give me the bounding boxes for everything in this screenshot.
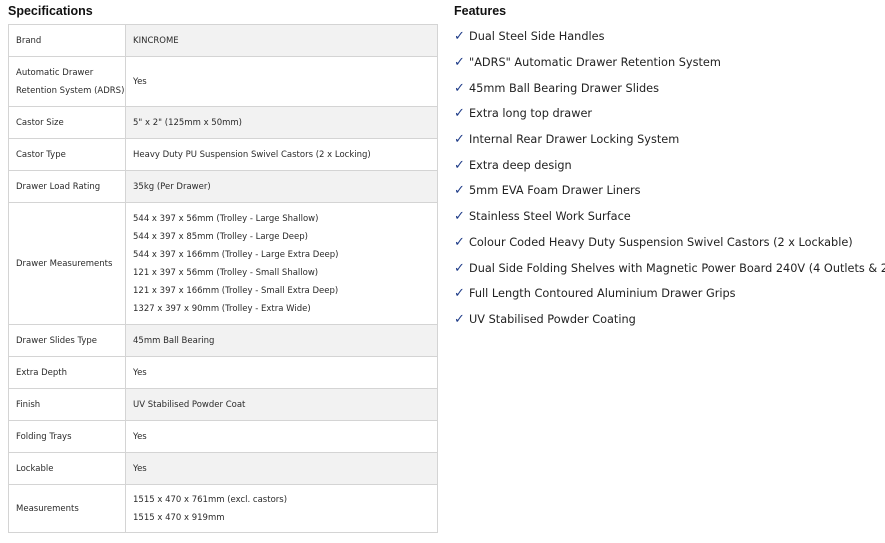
spec-value-line: Yes: [133, 431, 147, 442]
spec-value-line: 544 x 397 x 56mm (Trolley - Large Shallo…: [133, 213, 319, 224]
spec-label: Drawer Measurements: [8, 202, 126, 325]
spec-value-line: 5" x 2" (125mm x 50mm): [133, 117, 242, 128]
table-row: Drawer Slides Type 45mm Ball Bearing: [8, 324, 438, 357]
spec-value: 45mm Ball Bearing: [125, 324, 438, 357]
spec-value: 544 x 397 x 56mm (Trolley - Large Shallo…: [125, 202, 438, 325]
feature-item: ✓ Extra deep design: [454, 152, 879, 178]
feature-item: ✓ 45mm Ball Bearing Drawer Slides: [454, 75, 879, 101]
spec-value-line: 544 x 397 x 166mm (Trolley - Large Extra…: [133, 249, 339, 260]
feature-text: Internal Rear Drawer Locking System: [469, 133, 680, 147]
spec-value-line: KINCROME: [133, 35, 179, 46]
table-row: Drawer Load Rating 35kg (Per Drawer): [8, 170, 438, 203]
checkmark-icon: ✓: [454, 311, 465, 327]
table-row: Extra Depth Yes: [8, 356, 438, 389]
feature-item: ✓ UV Stabilised Powder Coating: [454, 307, 879, 333]
spec-value-line: 1327 x 397 x 90mm (Trolley - Extra Wide): [133, 303, 311, 314]
specifications-table: Brand KINCROME Automatic Drawer Retention …: [8, 24, 438, 533]
spec-label: Finish: [8, 388, 126, 421]
feature-text: Dual Side Folding Shelves with Magnetic …: [469, 261, 885, 275]
spec-value-line: 121 x 397 x 166mm (Trolley - Small Extra…: [133, 285, 339, 296]
spec-value-line: 45mm Ball Bearing: [133, 335, 215, 346]
spec-value: Yes: [125, 356, 438, 389]
checkmark-icon: ✓: [454, 183, 465, 199]
checkmark-icon: ✓: [454, 286, 465, 302]
spec-label: Lockable: [8, 452, 126, 485]
spec-label: Castor Size: [8, 106, 126, 139]
feature-text: Full Length Contoured Aluminium Drawer G…: [469, 287, 736, 301]
spec-label: Automatic Drawer Retention System (ADRS): [8, 56, 126, 107]
feature-text: "ADRS" Automatic Drawer Retention System: [469, 56, 721, 70]
checkmark-icon: ✓: [454, 132, 465, 148]
spec-value-line: 121 x 397 x 56mm (Trolley - Small Shallo…: [133, 267, 319, 278]
checkmark-icon: ✓: [454, 260, 465, 276]
spec-value-line: 544 x 397 x 85mm (Trolley - Large Deep): [133, 231, 308, 242]
checkmark-icon: ✓: [454, 106, 465, 122]
feature-item: ✓ 5mm EVA Foam Drawer Liners: [454, 178, 879, 204]
spec-value-line: Heavy Duty PU Suspension Swivel Castors …: [133, 149, 371, 160]
spec-label: Drawer Load Rating: [8, 170, 126, 203]
spec-value: KINCROME: [125, 24, 438, 57]
table-row: Automatic Drawer Retention System (ADRS)…: [8, 56, 438, 107]
features-list: ✓ Dual Steel Side Handles ✓ "ADRS" Automati…: [454, 24, 885, 333]
table-row: Measurements 1515 x 470 x 761mm (excl. ca…: [8, 484, 438, 533]
spec-label: Folding Trays: [8, 420, 126, 453]
spec-value-line: Yes: [133, 463, 147, 474]
feature-text: 5mm EVA Foam Drawer Liners: [469, 184, 641, 198]
spec-value: Heavy Duty PU Suspension Swivel Castors …: [125, 138, 438, 171]
spec-value-line: 1515 x 470 x 761mm (excl. castors): [133, 494, 288, 505]
checkmark-icon: ✓: [454, 55, 465, 71]
spec-label: Brand: [8, 24, 126, 57]
feature-item: ✓ Stainless Steel Work Surface: [454, 204, 879, 230]
spec-value-line: Yes: [133, 367, 147, 378]
table-row: Castor Size 5" x 2" (125mm x 50mm): [8, 106, 438, 139]
feature-text: Extra deep design: [469, 158, 572, 172]
specifications-title: Specifications: [8, 4, 93, 18]
feature-item: ✓ Extra long top drawer: [454, 101, 879, 127]
checkmark-icon: ✓: [454, 29, 465, 45]
table-row: Castor Type Heavy Duty PU Suspension Swiv…: [8, 138, 438, 171]
spec-value-line: 35kg (Per Drawer): [133, 181, 211, 192]
spec-label: Extra Depth: [8, 356, 126, 389]
spec-value: Yes: [125, 420, 438, 453]
table-row: Finish UV Stabilised Powder Coat: [8, 388, 438, 421]
checkmark-icon: ✓: [454, 234, 465, 250]
feature-item: ✓ Internal Rear Drawer Locking System: [454, 127, 879, 153]
checkmark-icon: ✓: [454, 80, 465, 96]
spec-value-line: 1515 x 470 x 919mm: [133, 512, 225, 523]
feature-item: ✓ "ADRS" Automatic Drawer Retention Syste…: [454, 50, 879, 76]
feature-text: UV Stabilised Powder Coating: [469, 312, 636, 326]
spec-label: Drawer Slides Type: [8, 324, 126, 357]
feature-text: Colour Coded Heavy Duty Suspension Swive…: [469, 235, 853, 249]
spec-value: 1515 x 470 x 761mm (excl. castors) 1515 x…: [125, 484, 438, 533]
table-row: Drawer Measurements 544 x 397 x 56mm (Tro…: [8, 202, 438, 325]
feature-item: ✓ Dual Steel Side Handles: [454, 24, 879, 50]
spec-value-line: UV Stabilised Powder Coat: [133, 399, 246, 410]
checkmark-icon: ✓: [454, 157, 465, 173]
feature-text: Stainless Steel Work Surface: [469, 210, 631, 224]
spec-value-line: Yes: [133, 76, 147, 87]
spec-value: 35kg (Per Drawer): [125, 170, 438, 203]
spec-label: Castor Type: [8, 138, 126, 171]
spec-value: 5" x 2" (125mm x 50mm): [125, 106, 438, 139]
feature-text: Extra long top drawer: [469, 107, 593, 121]
spec-value: Yes: [125, 452, 438, 485]
feature-item: ✓ Colour Coded Heavy Duty Suspension Swiv…: [454, 230, 879, 256]
spec-label: Measurements: [8, 484, 126, 533]
specifications-section: Specifications Brand KINCROME Automatic Dr…: [8, 4, 438, 533]
table-row: Brand KINCROME: [8, 24, 438, 57]
features-title: Features: [454, 4, 507, 18]
checkmark-icon: ✓: [454, 209, 465, 225]
feature-item: ✓ Full Length Contoured Aluminium Drawer …: [454, 281, 879, 307]
feature-item: ✓ Dual Side Folding Shelves with Magnetic…: [454, 255, 885, 281]
feature-text: 45mm Ball Bearing Drawer Slides: [469, 81, 659, 95]
features-section: Features ✓ Dual Steel Side Handles ✓ "ADRS"…: [454, 4, 885, 333]
feature-text: Dual Steel Side Handles: [469, 30, 605, 44]
spec-value: Yes: [125, 56, 438, 107]
table-row: Lockable Yes: [8, 452, 438, 485]
spec-value: UV Stabilised Powder Coat: [125, 388, 438, 421]
table-row: Folding Trays Yes: [8, 420, 438, 453]
